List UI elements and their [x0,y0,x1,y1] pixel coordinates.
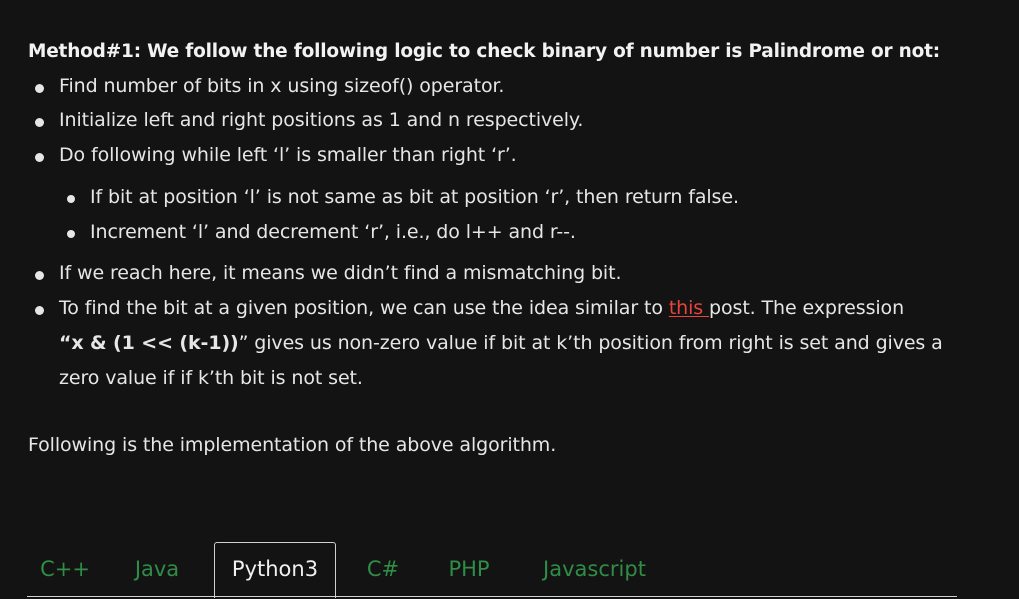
article-page: Method#1: We follow the following logic … [0,0,1019,599]
tab-csharp[interactable]: C# [349,542,417,596]
tab-python3[interactable]: Python3 [214,542,336,598]
bullet-find-bit-line2: “x & (1 << (k-1))” gives us non-zero val… [59,332,943,354]
expression-explanation: ” gives us non-zero value if bit at k’th… [238,332,943,354]
bullet-find-bit-text-after: post. The expression [709,297,905,319]
bullet-find-bits: Find number of bits in x using sizeof() … [59,75,505,97]
bullet-dot [35,306,44,315]
expression-code: “x & (1 << (k-1)) [59,332,239,354]
bullet-dot [35,153,44,162]
bullet-dot [35,118,44,127]
code-panel-border [27,596,957,597]
bullet-find-bit-line3: zero value if if k’th bit is not set. [59,367,363,389]
method-heading: Method#1: We follow the following logic … [28,41,940,62]
bullet-find-bit-line1: To find the bit at a given position, we … [59,297,904,319]
sub-bullet-dot [67,230,75,238]
tab-cpp[interactable]: C++ [27,542,103,596]
this-post-link[interactable]: this [669,297,709,319]
tab-javascript[interactable]: Javascript [527,542,662,596]
bullet-find-bit-text: To find the bit at a given position, we … [59,297,669,319]
sub-bullet-compare-bits: If bit at position ‘l’ is not same as bi… [90,186,739,208]
bullet-loop-condition: Do following while left ‘l’ is smaller t… [59,144,517,166]
sub-bullet-increment-decrement: Increment ‘l’ and decrement ‘r’, i.e., d… [90,221,576,243]
bullet-dot [35,271,44,280]
tab-php[interactable]: PHP [433,542,505,596]
bullet-dot [35,84,44,93]
implementation-intro: Following is the implementation of the a… [28,434,557,456]
tab-java[interactable]: Java [119,542,195,596]
bullet-initialize-positions: Initialize left and right positions as 1… [59,109,584,131]
sub-bullet-dot [67,195,75,203]
bullet-no-mismatch: If we reach here, it means we didn’t fin… [59,262,622,284]
